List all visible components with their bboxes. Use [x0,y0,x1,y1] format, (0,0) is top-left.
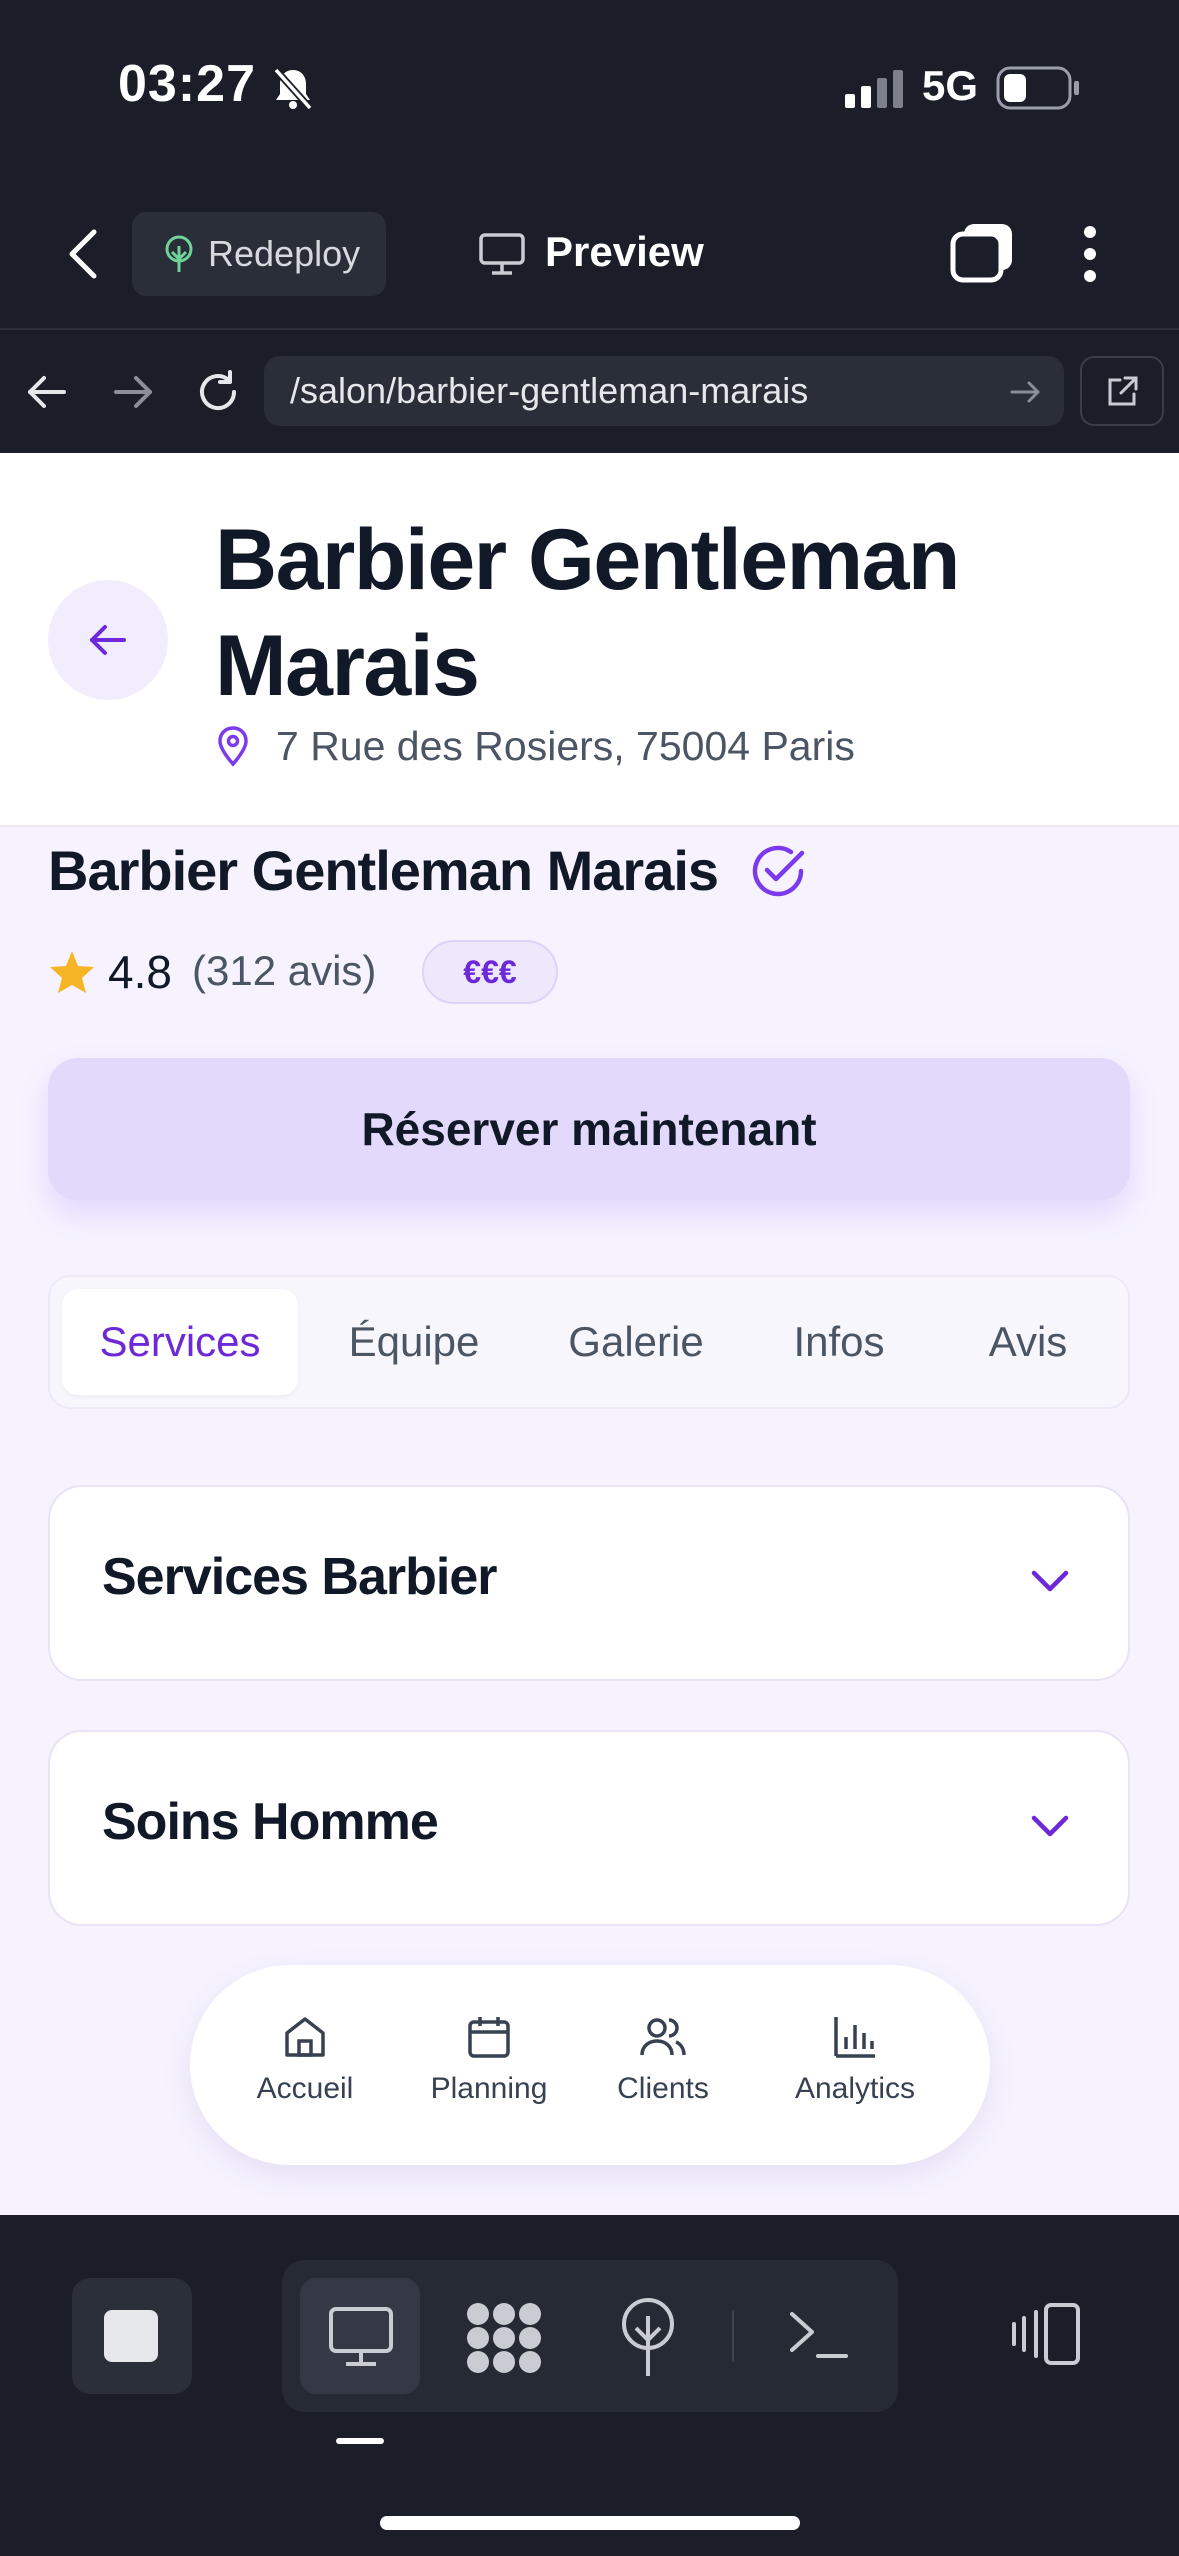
external-link-icon [1108,376,1138,406]
nav-analytics[interactable]: Analytics [770,2013,940,2106]
tab-galerie[interactable]: Galerie [530,1289,742,1395]
bar-chart-icon [834,2017,875,2058]
map-pin-icon [218,726,248,767]
browser-back-icon[interactable] [26,372,68,412]
bell-muted-icon [273,67,313,111]
preview-label[interactable]: Preview [545,228,704,276]
redeploy-label: Redeploy [208,233,361,274]
monitor-icon [329,2307,393,2366]
tree-icon [165,235,193,272]
arrow-left-icon [90,625,126,655]
verified-check-icon [752,845,805,897]
salon-name: Barbier Gentleman Marais [48,839,719,902]
device-toggle-icon[interactable] [1010,2302,1082,2366]
nav-planning[interactable]: Planning [404,2013,574,2106]
section-services-barbier[interactable]: Services Barbier [48,1485,1130,1681]
stop-icon [104,2310,158,2362]
go-arrow-icon[interactable] [1010,380,1042,404]
chevron-down-icon [1031,1815,1069,1837]
nav-label: Accueil [256,2072,354,2105]
divider [0,328,1179,330]
toolbar-divider [732,2310,734,2362]
chevron-down-icon [1031,1570,1069,1592]
bottom-nav: Accueil Planning Clients Analytics [190,1965,990,2165]
nav-label: Planning [430,2072,548,2105]
web-content: Barbier Gentleman Marais 7 Rue des Rosie… [0,453,1179,2215]
back-button[interactable] [48,580,168,700]
star-icon [50,951,94,993]
monitor-icon [479,233,525,275]
section-title: Soins Homme [102,1793,439,1851]
signal-icon [845,70,903,108]
review-count[interactable]: (312 avis) [192,947,376,995]
tab-services[interactable]: Services [62,1289,298,1395]
status-time: 03:27 [118,55,256,113]
reload-icon[interactable] [194,368,242,416]
rating-value: 4.8 [108,946,172,998]
active-indicator [336,2438,384,2444]
tab-equipe[interactable]: Équipe [308,1289,520,1395]
stop-button[interactable] [72,2278,192,2394]
price-badge: €€€ [422,940,558,1004]
section-title: Services Barbier [102,1548,497,1606]
nav-accueil[interactable]: Accueil [220,2013,390,2106]
home-indicator [380,2516,800,2530]
tab-infos[interactable]: Infos [744,1289,934,1395]
url-text[interactable]: /salon/barbier-gentleman-marais [290,370,808,412]
salon-header: Barbier Gentleman Marais 7 Rue des Rosie… [0,453,1179,827]
back-chevron-icon[interactable] [66,228,100,280]
section-soins-homme[interactable]: Soins Homme [48,1730,1130,1926]
nav-label: Analytics [794,2072,916,2105]
open-external-button[interactable] [1080,356,1164,426]
battery-icon [996,66,1079,110]
network-label: 5G [922,62,979,109]
tabs-icon[interactable] [950,222,1016,284]
terminal-icon[interactable] [788,2308,850,2364]
preview-view-button[interactable] [300,2278,420,2394]
book-now-button[interactable]: Réserver maintenant [48,1058,1130,1200]
nav-clients[interactable]: Clients [578,2013,748,2106]
page-title: Barbier Gentleman Marais [215,512,960,714]
tab-avis[interactable]: Avis [938,1289,1118,1395]
deploy-tree-icon[interactable] [616,2296,680,2380]
address: 7 Rue des Rosiers, 75004 Paris [276,723,855,769]
more-vertical-icon[interactable] [1076,224,1104,284]
nav-label: Clients [617,2072,709,2105]
browser-forward-icon[interactable] [112,372,154,412]
grid-dots-icon[interactable] [464,2300,544,2376]
redeploy-button[interactable]: Redeploy [132,212,386,296]
calendar-icon [468,2017,510,2058]
tab-bar: Services Équipe Galerie Infos Avis [48,1275,1130,1409]
users-icon [640,2018,686,2056]
home-icon [285,2017,325,2057]
